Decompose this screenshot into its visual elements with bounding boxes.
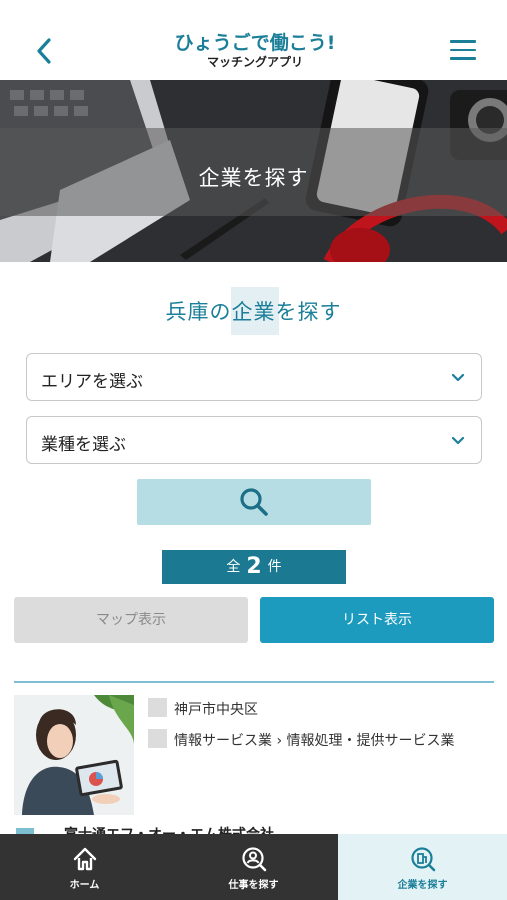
search-button[interactable] [137,479,371,525]
industry-select-label: 業種を選ぶ [41,435,126,455]
nav-label-home: ホーム [69,880,100,891]
chevron-down-icon [451,373,465,382]
chevron-down-icon [451,436,465,445]
person-search-icon [242,847,267,872]
count-prefix: 全 [226,559,241,575]
company-location: 神戸市中央区 [174,702,258,718]
logo-main-text: ひょうごで働こう! [174,32,336,54]
nav-label-company-search: 企業を探す [397,880,448,891]
menu-line-icon [450,48,476,51]
hero-title: 企業を探す [198,166,309,190]
home-icon [73,847,97,871]
nav-item-job-search[interactable]: 仕事を探す [169,834,338,900]
area-select-label: エリアを選ぶ [41,372,143,392]
list-view-button[interactable]: リスト表示 [260,597,494,643]
result-count-badge: 全2件 [162,550,346,584]
map-view-button[interactable]: マップ表示 [14,597,248,643]
back-button[interactable] [30,36,60,66]
nav-label-job-search: 仕事を探す [228,880,279,891]
area-select[interactable]: エリアを選ぶ [26,353,482,401]
search-icon [240,488,268,516]
result-divider [14,681,494,683]
industry-select[interactable]: 業種を選ぶ [26,416,482,464]
section-title: 兵庫の企業を探す [165,300,342,324]
app-header: ひょうごで働こう! マッチングアプリ [0,0,507,80]
logo-sub-text: マッチングアプリ [206,55,303,69]
nav-item-company-search[interactable]: 企業を探す [338,834,507,900]
nav-item-home[interactable]: ホーム [0,834,169,900]
menu-line-icon [450,57,476,60]
company-industry: 情報サービス業 › 情報処理・提供サービス業 [174,733,455,749]
industry-icon [148,729,167,748]
app-logo[interactable]: ひょうごで働こう! マッチングアプリ [170,32,340,69]
location-icon [148,698,167,717]
count-number: 2 [246,554,262,579]
bottom-navigation: ホーム 仕事を探す 企業を探す [0,834,507,900]
building-search-icon [411,847,436,872]
hamburger-menu-button[interactable] [450,40,476,62]
company-thumbnail[interactable] [14,695,134,815]
chevron-left-icon [37,38,51,64]
company-photo [14,695,134,815]
count-suffix: 件 [267,559,282,575]
menu-line-icon [450,40,476,43]
hero-banner: 企業を探す [0,80,507,262]
